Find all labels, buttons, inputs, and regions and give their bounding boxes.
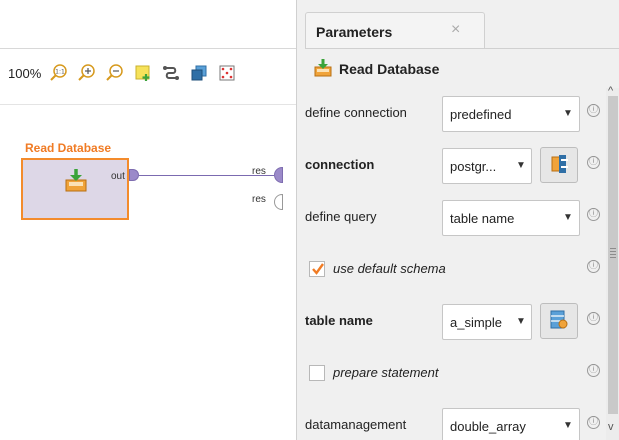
database-read-icon [313,58,333,81]
tab-parameters-label: Parameters [316,24,393,40]
fit-view-icon[interactable] [216,62,238,84]
define-connection-select[interactable]: predefined ▼ [442,96,580,132]
param-row-define-query: define query table name ▼ ⓘ [297,192,606,244]
operator-name: Read Database [339,61,440,77]
info-icon[interactable]: ⓘ [587,156,600,169]
param-row-define-connection: define connection predefined ▼ ⓘ [297,88,606,140]
select-value: predefined [450,107,512,122]
operator-title: Read Database [25,141,112,155]
info-icon[interactable]: ⓘ [587,104,600,117]
auto-wire-icon[interactable] [160,62,182,84]
param-label: connection [305,157,375,172]
scrollbar-thumb[interactable] [608,96,618,414]
param-row-prepare-statement: prepare statement ⓘ [297,348,606,400]
close-icon[interactable]: × [451,21,460,39]
table-browser-icon [548,309,570,334]
param-label: datamanagement [305,417,407,432]
chevron-down-icon: ▼ [563,212,573,223]
param-row-datamanagement: datamanagement double_array ▼ ⓘ [297,400,606,440]
define-query-select[interactable]: table name ▼ [442,200,580,236]
info-icon[interactable]: ⓘ [587,416,600,429]
result-port-1[interactable] [274,167,283,183]
vertical-scrollbar[interactable]: ^ v [606,85,619,440]
scroll-down-icon[interactable]: v [608,421,614,433]
table-name-select[interactable]: a_simple ▼ [442,304,532,340]
database-read-icon [63,168,89,197]
process-canvas[interactable]: 100% 1:1 Read Database out res res [0,0,296,440]
param-label: use default schema [333,261,446,276]
parameter-list: define connection predefined ▼ ⓘ connect… [297,88,606,440]
edit-connection-button[interactable] [540,147,578,183]
scroll-grip [610,248,616,258]
canvas-toolbar: 100% 1:1 [0,60,241,86]
result-port-label-2: res [252,194,266,205]
result-port-2[interactable] [274,194,283,210]
chevron-down-icon: ▼ [563,108,573,119]
chevron-down-icon: ▼ [563,420,573,431]
out-port-label: out [111,171,125,182]
param-row-use-default-schema: use default schema ⓘ [297,244,606,296]
operator-header: Read Database [305,48,619,88]
info-icon[interactable]: ⓘ [587,364,600,377]
chevron-down-icon: ▼ [516,316,526,327]
info-icon[interactable]: ⓘ [587,260,600,273]
result-port-label-1: res [252,166,266,177]
select-value: a_simple [450,315,503,330]
param-label: define query [305,209,377,224]
info-icon[interactable]: ⓘ [587,312,600,325]
select-value: double_array [450,419,526,434]
canvas-top-divider [0,48,296,49]
parameters-panel: Parameters × Read Database define connec… [296,0,619,440]
zoom-out-icon[interactable] [104,62,126,84]
select-value: table name [450,211,515,226]
param-label: prepare statement [333,365,439,380]
select-value: postgr... [450,159,497,174]
prepare-statement-checkbox[interactable] [309,365,325,381]
browse-tables-button[interactable] [540,303,578,339]
info-icon[interactable]: ⓘ [587,208,600,221]
read-database-operator[interactable]: out [21,158,129,220]
datamanagement-select[interactable]: double_array ▼ [442,408,580,440]
zoom-in-icon[interactable] [76,62,98,84]
chevron-down-icon: ▼ [516,160,526,171]
param-row-connection: connection postgr... ▼ ⓘ [297,140,606,192]
use-default-schema-checkbox[interactable] [309,261,325,277]
param-row-table-name: table name a_simple ▼ ⓘ [297,296,606,348]
canvas-divider [0,104,296,105]
output-port[interactable] [129,169,139,181]
layers-icon[interactable] [188,62,210,84]
param-label: define connection [305,105,407,120]
zoom-level: 100% [8,65,42,81]
zoom-fit-icon[interactable]: 1:1 [48,62,70,84]
connection-select[interactable]: postgr... ▼ [442,148,532,184]
add-note-icon[interactable] [132,62,154,84]
svg-text:1:1: 1:1 [55,69,65,76]
app-window: 100% 1:1 Read Database out res res Param… [0,0,619,440]
plug-icon [548,153,570,178]
param-label: table name [305,313,373,328]
tab-parameters[interactable]: Parameters × [305,12,485,48]
